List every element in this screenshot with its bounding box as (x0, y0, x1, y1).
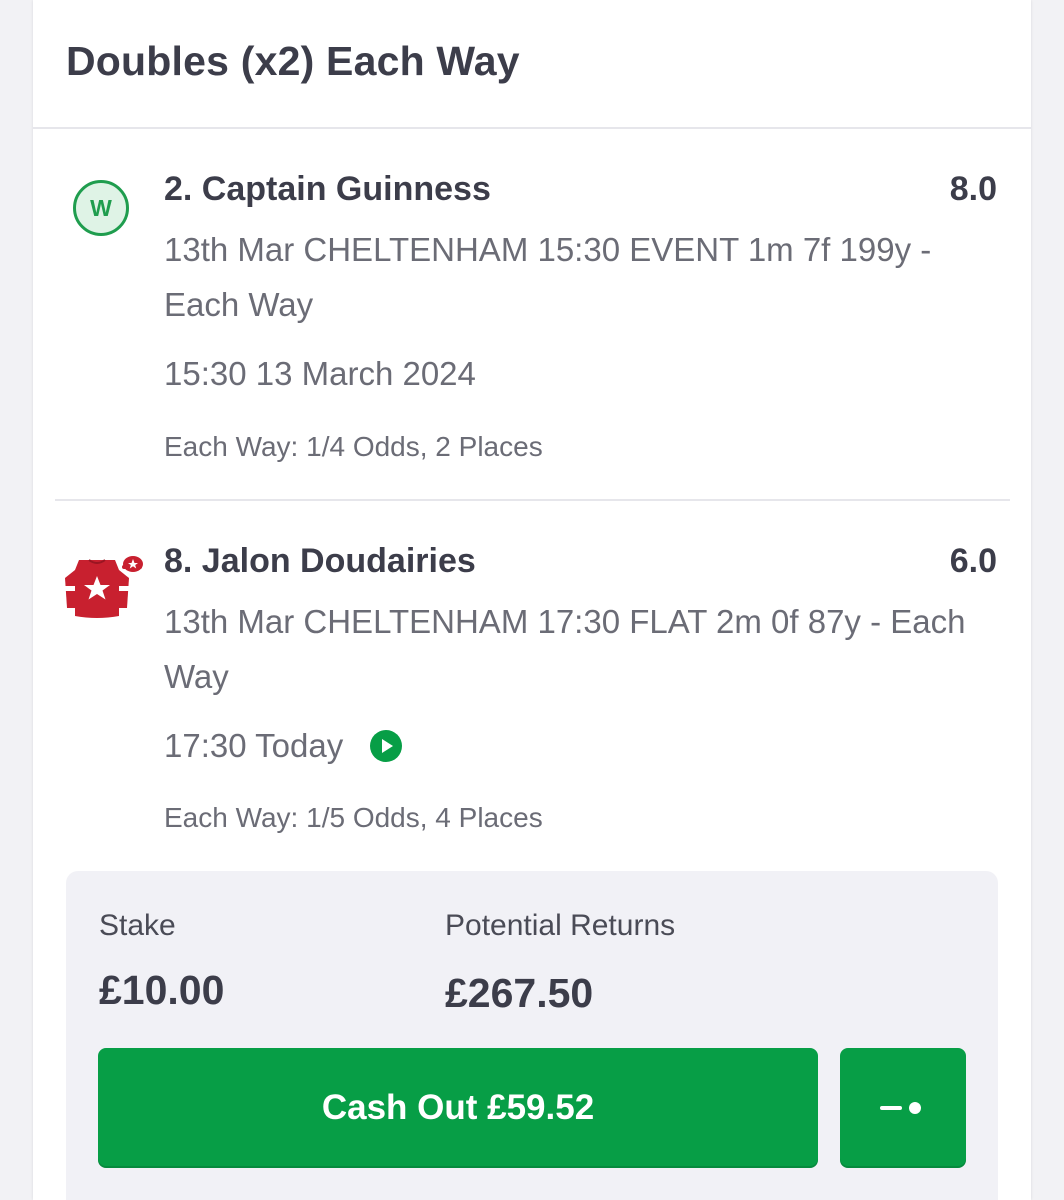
bet-card: Doubles (x2) Each Way W 2. Captain Guinn… (33, 0, 1031, 1200)
bet-header: Doubles (x2) Each Way (33, 0, 1031, 129)
selection-item: W 2. Captain Guinness 8.0 13th Mar CHELT… (33, 130, 1031, 500)
play-icon[interactable] (369, 729, 403, 763)
selection-time-text: 15:30 13 March 2024 (164, 355, 476, 392)
stake-label: Stake (99, 909, 176, 942)
bet-summary: Stake £10.00 Potential Returns £267.50 C… (66, 871, 998, 1200)
win-badge-icon: W (73, 180, 129, 236)
selection-divider (55, 499, 1010, 501)
selection-time-text: 17:30 Today (164, 727, 344, 764)
selection-item: 8. Jalon Doudairies 6.0 13th Mar CHELTEN… (33, 502, 1031, 862)
potential-returns-label: Potential Returns (445, 909, 676, 942)
selection-name: 8. Jalon Doudairies (164, 542, 476, 580)
each-way-terms: Each Way: 1/4 Odds, 2 Places (164, 431, 543, 462)
selection-time: 17:30 Today (164, 727, 403, 765)
selection-description: 13th Mar CHELTENHAM 15:30 EVENT 1m 7f 19… (164, 231, 932, 323)
selection-time: 15:30 13 March 2024 (164, 355, 476, 393)
partial-cashout-slider-icon (880, 1102, 921, 1114)
selection-odds: 8.0 (949, 170, 997, 208)
partial-cash-out-button[interactable] (840, 1048, 966, 1168)
stake-value: £10.00 (99, 967, 225, 1013)
selection-description: 13th Mar CHELTENHAM 17:30 FLAT 2m 0f 87y… (164, 603, 966, 695)
selection-odds: 6.0 (949, 542, 997, 580)
potential-returns-value: £267.50 (445, 970, 594, 1016)
selection-name: 2. Captain Guinness (164, 170, 491, 208)
cash-out-button[interactable]: Cash Out £59.52 (98, 1048, 818, 1168)
bet-type-title: Doubles (x2) Each Way (66, 38, 520, 84)
jockey-silks-icon (65, 556, 143, 618)
each-way-terms: Each Way: 1/5 Odds, 4 Places (164, 802, 543, 833)
